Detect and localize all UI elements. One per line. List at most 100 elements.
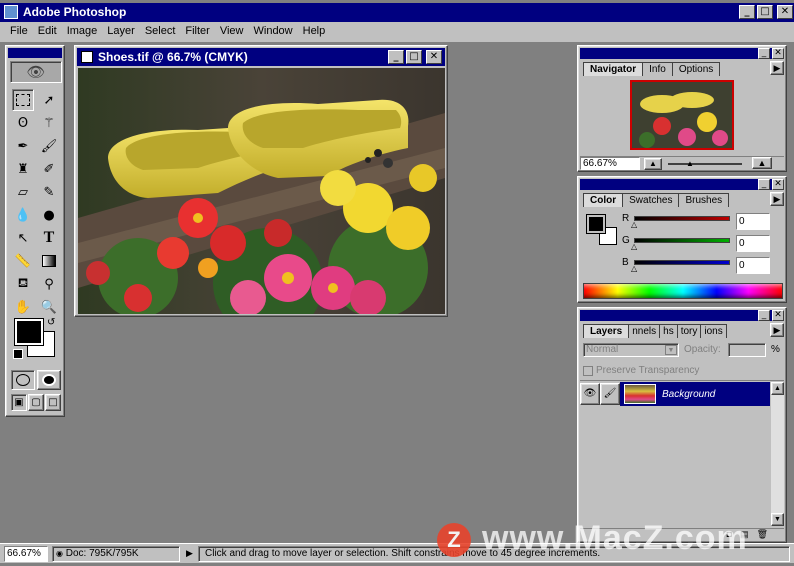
airbrush-tool-icon[interactable]: ✒ — [12, 135, 34, 157]
move-tool-icon[interactable]: ➚ — [38, 89, 60, 111]
menu-edit[interactable]: Edit — [38, 25, 57, 42]
zoom-in-icon[interactable]: ▲ — [752, 157, 772, 169]
close-button[interactable]: ✕ — [777, 5, 793, 19]
zoom-out-icon[interactable]: ▲ — [644, 157, 662, 170]
scroll-up-icon[interactable]: ▲ — [771, 382, 784, 395]
green-slider-thumb[interactable]: △ — [631, 242, 637, 251]
tab-layers[interactable]: Layers — [583, 324, 630, 338]
red-channel-slider[interactable] — [634, 216, 730, 221]
lasso-tool-icon[interactable]: ʘ — [12, 112, 34, 134]
paint-bucket-tool-icon[interactable]: ⛾ — [12, 273, 34, 295]
zoom-tool-icon[interactable]: 🔍 — [38, 296, 60, 318]
gradient-tool-icon[interactable] — [38, 250, 60, 272]
pencil-tool-icon[interactable]: ✎ — [38, 181, 60, 203]
blend-mode-select[interactable]: Normal ▼ — [583, 343, 679, 357]
preserve-transparency-checkbox[interactable] — [583, 366, 593, 376]
minimize-button[interactable]: _ — [739, 5, 755, 19]
brush-edit-icon[interactable]: 🖌 — [600, 383, 620, 405]
layer-row-background[interactable]: 👁 🖌 Background — [580, 382, 770, 406]
type-tool-icon[interactable]: T — [38, 227, 60, 249]
color-close-button[interactable]: ✕ — [772, 179, 784, 190]
blue-channel-slider[interactable] — [634, 260, 730, 265]
eraser-tool-icon[interactable]: ▱ — [12, 181, 34, 203]
doc-close-button[interactable]: ✕ — [426, 50, 442, 64]
tab-color[interactable]: Color — [583, 193, 624, 207]
menu-view[interactable]: View — [220, 25, 244, 42]
layers-panel-menu-arrow-icon[interactable]: ▶ — [770, 323, 784, 337]
menu-window[interactable]: Window — [254, 25, 293, 42]
color-panel-titlebar[interactable]: _ ✕ — [580, 179, 784, 190]
magic-wand-tool-icon[interactable]: ⚚ — [38, 112, 60, 134]
status-menu-arrow-icon[interactable]: ▶ — [186, 548, 193, 559]
panel-foreground-swatch[interactable] — [586, 214, 606, 234]
layers-minimize-button[interactable]: _ — [758, 310, 770, 321]
full-screen-menu-mode-icon[interactable]: ▢ — [28, 394, 44, 411]
measure-tool-icon[interactable]: 📏 — [12, 250, 34, 272]
history-brush-tool-icon[interactable]: ✐ — [38, 158, 60, 180]
color-panel-menu-arrow-icon[interactable]: ▶ — [770, 192, 784, 206]
toolbox-titlebar[interactable] — [8, 48, 62, 58]
app-titlebar[interactable]: Adobe Photoshop _ □ ✕ — [0, 3, 794, 22]
menu-help[interactable]: Help — [303, 25, 326, 42]
zoom-slider-thumb[interactable]: ▲ — [686, 159, 694, 168]
standard-screen-mode-icon[interactable]: ▣ — [11, 394, 27, 411]
eyedropper-tool-icon[interactable]: ⚲ — [38, 273, 60, 295]
quick-mask-mode-icon[interactable] — [37, 370, 61, 390]
tab-info[interactable]: Info — [642, 62, 673, 76]
marquee-tool-icon[interactable] — [12, 89, 34, 111]
eye-visibility-icon[interactable]: 👁 — [580, 383, 600, 405]
menu-file[interactable]: File — [10, 25, 28, 42]
red-slider-thumb[interactable]: △ — [631, 220, 637, 229]
menu-filter[interactable]: Filter — [185, 25, 209, 42]
trash-icon[interactable]: 🗑 — [757, 529, 768, 540]
brush-tool-icon[interactable]: 🖌 — [38, 135, 60, 157]
navigator-minimize-button[interactable]: _ — [758, 48, 770, 59]
opacity-field[interactable] — [728, 343, 766, 357]
full-screen-mode-icon[interactable]: □ — [45, 394, 61, 411]
layers-panel-titlebar[interactable]: _ ✕ — [580, 310, 784, 321]
blue-value-field[interactable]: 0 — [736, 257, 770, 274]
menu-layer[interactable]: Layer — [107, 25, 135, 42]
navigator-panel-titlebar[interactable]: _ ✕ — [580, 48, 784, 59]
zoom-slider[interactable] — [668, 163, 742, 165]
menu-image[interactable]: Image — [67, 25, 98, 42]
dodge-tool-icon[interactable]: ● — [38, 204, 60, 226]
default-colors-icon[interactable] — [13, 349, 23, 359]
tab-paths[interactable]: hs — [659, 324, 678, 338]
red-value-field[interactable]: 0 — [736, 213, 770, 230]
panel-menu-arrow-icon[interactable]: ▶ — [770, 61, 784, 75]
tab-channels[interactable]: nnels — [628, 324, 661, 338]
hand-tool-icon[interactable]: ✋ — [12, 296, 34, 318]
tab-options[interactable]: Options — [671, 62, 721, 76]
color-spectrum-bar[interactable] — [583, 283, 783, 299]
eye-logo-icon[interactable]: 👁 — [10, 61, 62, 83]
navigator-close-button[interactable]: ✕ — [772, 48, 784, 59]
tab-navigator[interactable]: Navigator — [583, 62, 644, 76]
color-minimize-button[interactable]: _ — [758, 179, 770, 190]
tab-actions[interactable]: ions — [700, 324, 727, 338]
status-zoom-field[interactable]: 66.67% — [4, 546, 48, 562]
menu-select[interactable]: Select — [145, 25, 176, 42]
stamp-tool-icon[interactable]: ♜ — [12, 158, 34, 180]
document-canvas[interactable] — [78, 68, 445, 314]
tab-brushes[interactable]: Brushes — [678, 193, 730, 207]
navigator-preview[interactable] — [630, 80, 734, 150]
blur-tool-icon[interactable]: 💧 — [12, 204, 34, 226]
green-value-field[interactable]: 0 — [736, 235, 770, 252]
doc-minimize-button[interactable]: _ — [388, 50, 404, 64]
swap-colors-icon[interactable]: ↺ — [47, 317, 55, 328]
tab-swatches[interactable]: Swatches — [622, 193, 680, 207]
layers-close-button[interactable]: ✕ — [772, 310, 784, 321]
layers-scrollbar[interactable]: ▲ ▼ — [771, 382, 784, 526]
path-select-tool-icon[interactable]: ↖ — [12, 227, 34, 249]
scroll-down-icon[interactable]: ▼ — [771, 513, 784, 526]
standard-mode-icon[interactable] — [11, 370, 35, 390]
green-channel-slider[interactable] — [634, 238, 730, 243]
blue-slider-thumb[interactable]: △ — [631, 264, 637, 273]
doc-maximize-button[interactable]: □ — [406, 50, 422, 64]
maximize-button[interactable]: □ — [757, 5, 773, 19]
tab-history[interactable]: tory — [676, 324, 702, 338]
navigator-zoom-field[interactable]: 66.67% — [580, 157, 640, 170]
document-titlebar[interactable]: Shoes.tif @ 66.7% (CMYK) _ □ ✕ — [77, 48, 445, 66]
foreground-color-swatch[interactable] — [14, 318, 44, 346]
